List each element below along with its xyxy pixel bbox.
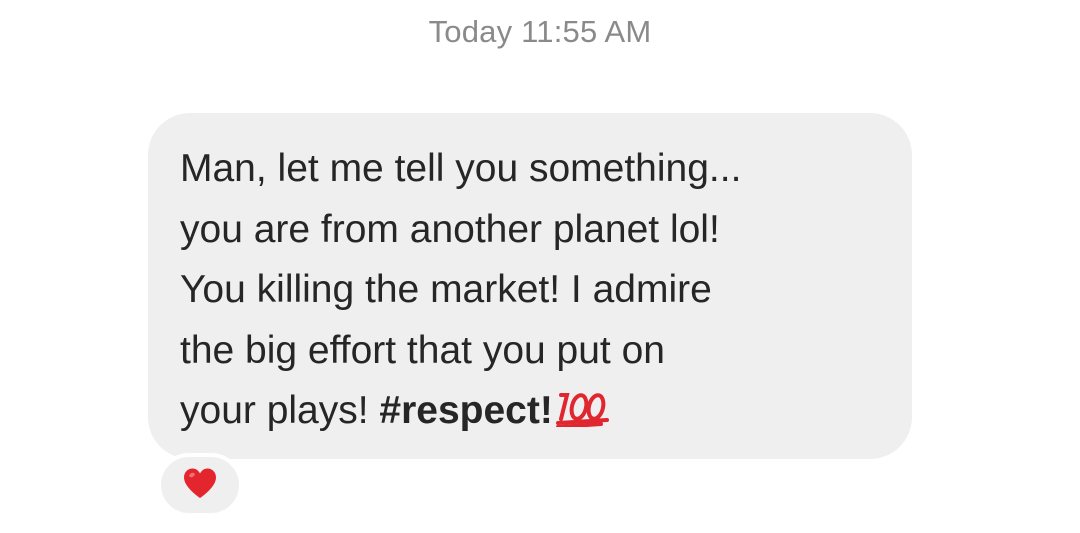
hundred-points-icon (555, 385, 611, 446)
message-line: you are from another planet lol! (180, 207, 720, 251)
message-timestamp: Today 11:55 AM (428, 14, 652, 49)
reaction-badge[interactable] (157, 453, 243, 517)
message-line: Man, let me tell you something... (180, 147, 742, 190)
message-bubble[interactable]: Man, let me tell you something... you ar… (148, 113, 912, 459)
message-line: You killing the market! I admire (180, 268, 712, 311)
message-last-line: your plays! #respect! (180, 381, 892, 446)
red-heart-icon (181, 466, 219, 505)
message-line: the big effort that you put on (180, 328, 665, 372)
hashtag-text: #respect! (379, 389, 553, 432)
message-line-text: your plays! (180, 389, 380, 432)
